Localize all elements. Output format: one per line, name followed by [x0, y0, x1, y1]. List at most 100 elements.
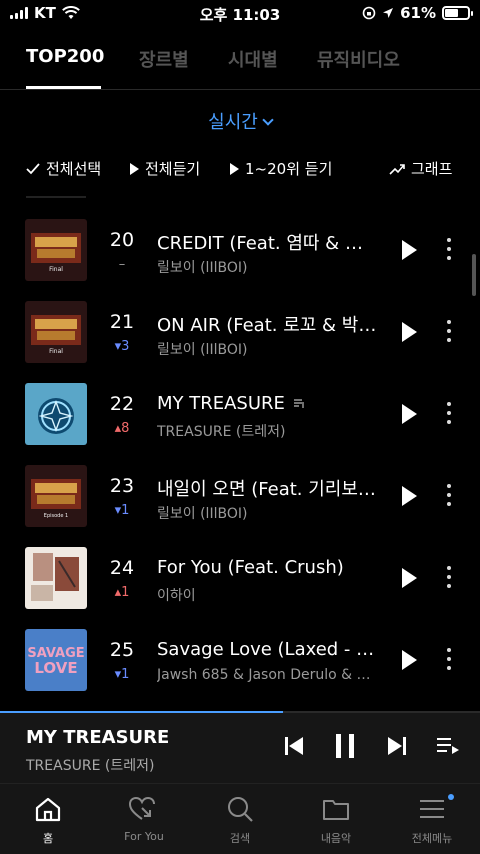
song-artist[interactable]: 릴보이 (lIlBOI) [157, 503, 379, 523]
rank-number: 23 [109, 475, 135, 497]
rank-number: 21 [109, 311, 135, 333]
nav-label: 홈 [42, 832, 54, 845]
select-all-label: 전체선택 [46, 160, 102, 178]
pause-icon[interactable] [334, 733, 356, 759]
folder-icon [323, 800, 349, 820]
tab-top200[interactable]: TOP200 [26, 46, 104, 67]
album-art [25, 547, 87, 609]
tab-era[interactable]: 시대별 [228, 46, 278, 72]
rank-change: ▾1 [114, 503, 130, 518]
chart-mode-dropdown[interactable]: 실시간 [0, 108, 480, 134]
battery-icon [442, 6, 473, 20]
active-tab-indicator [26, 86, 101, 89]
song-artist[interactable]: 이하이 [157, 585, 379, 605]
song-title: 내일이 오면 (Feat. 기리보이 & BE'O) [157, 479, 379, 500]
song-title: For You (Feat. Crush) [157, 557, 344, 578]
graph-button[interactable]: 그래프 [389, 158, 452, 179]
trend-chart-icon [389, 163, 405, 175]
svg-text:Final: Final [49, 266, 63, 273]
battery-percent: 61% [400, 4, 436, 22]
song-title: ON AIR (Feat. 로꼬 & 박재범) [157, 315, 379, 336]
chart-tabs: TOP200 장르별 시대별 뮤직비디오 [0, 40, 480, 90]
rank-change: ▾1 [114, 667, 130, 682]
play-icon[interactable] [402, 486, 417, 506]
previous-track-icon[interactable] [284, 735, 304, 757]
play-all-label: 전체듣기 [145, 160, 201, 178]
play-icon[interactable] [402, 322, 417, 342]
mini-player[interactable]: MY TREASURE TREASURE (트레저) [0, 713, 480, 783]
nav-home[interactable]: 홈 [0, 796, 96, 846]
rank-change: ▴1 [114, 585, 130, 600]
chevron-down-icon [262, 114, 274, 126]
rank-number: 22 [109, 393, 135, 415]
song-artist[interactable]: Jawsh 685 & Jason Derulo & BTS [157, 667, 379, 683]
bottom-nav: 홈 For You 검색 내음악 전체메뉴 [0, 783, 480, 854]
home-icon [35, 797, 61, 822]
nav-label: 전체메뉴 [411, 832, 453, 845]
location-icon [383, 8, 394, 18]
more-vertical-icon[interactable] [446, 566, 452, 590]
check-icon [26, 162, 40, 174]
list-top-edge [26, 196, 86, 198]
next-track-icon[interactable] [387, 735, 407, 757]
album-art: Final [25, 301, 87, 363]
song-row[interactable]: 24 ▴1 For You (Feat. Crush) 이하이 [0, 547, 480, 629]
more-vertical-icon[interactable] [446, 402, 452, 426]
play-icon[interactable] [402, 568, 417, 588]
song-row[interactable]: Final 21 ▾3 ON AIR (Feat. 로꼬 & 박재범) 릴보이 … [0, 301, 480, 383]
rank-number: 20 [109, 229, 135, 251]
song-artist[interactable]: TREASURE (트레저) [157, 421, 379, 441]
chart-mode-label: 실시간 [208, 112, 258, 133]
nav-full-menu[interactable]: 전체메뉴 [384, 794, 480, 846]
heart-arrow-icon [128, 796, 155, 820]
rank-change: – [118, 257, 126, 272]
more-vertical-icon[interactable] [446, 320, 452, 344]
song-title: CREDIT (Feat. 염따 & 기리보이 & Zion.T) [157, 233, 379, 254]
nav-label: 검색 [229, 832, 251, 845]
album-art: Final [25, 219, 87, 281]
select-all-button[interactable]: 전체선택 [26, 158, 101, 179]
song-title: MY TREASURE [157, 393, 285, 414]
chart-controls: 전체선택 전체듣기 1~20위 듣기 그래프 [26, 158, 456, 182]
play-icon [130, 162, 139, 175]
album-art: SAVAGE LOVE [25, 629, 87, 691]
nav-my-music[interactable]: 내음악 [288, 796, 384, 846]
song-artist[interactable]: 릴보이 (lIlBOI) [157, 257, 379, 277]
song-row[interactable]: Final 20 – CREDIT (Feat. 염따 & 기리보이 & Zio… [0, 219, 480, 301]
more-vertical-icon[interactable] [446, 484, 452, 508]
nav-search[interactable]: 검색 [192, 796, 288, 846]
song-row[interactable]: SAVAGE LOVE 25 ▾1 Savage Love (Laxed - S… [0, 629, 480, 711]
now-playing-artist: TREASURE (트레저) [26, 758, 155, 774]
playlist-icon[interactable] [436, 737, 460, 757]
svg-text:Episode 1: Episode 1 [44, 513, 68, 519]
play-range-button[interactable]: 1~20위 듣기 [230, 158, 332, 179]
play-icon[interactable] [402, 650, 417, 670]
search-icon [228, 797, 253, 822]
menu-icon [420, 800, 444, 818]
play-icon[interactable] [402, 240, 417, 260]
tab-genre[interactable]: 장르별 [139, 46, 189, 72]
nav-for-you[interactable]: For You [96, 796, 192, 843]
song-title: Savage Love (Laxed - Siren Beat) [157, 639, 379, 660]
scrollbar[interactable] [472, 254, 476, 296]
nav-label: For You [124, 830, 164, 843]
svg-text:LOVE: LOVE [34, 659, 77, 677]
play-icon[interactable] [402, 404, 417, 424]
tab-music-video[interactable]: 뮤직비디오 [317, 46, 400, 72]
status-right: 61% [362, 4, 473, 22]
song-artist[interactable]: 릴보이 (lIlBOI) [157, 339, 379, 359]
play-all-button[interactable]: 전체듣기 [130, 158, 200, 179]
rank-change: ▾3 [114, 339, 130, 354]
svg-text:Final: Final [49, 348, 63, 355]
song-row[interactable]: 22 ▴8 MY TREASURE TREASURE (트레저) [0, 383, 480, 465]
status-bar: KT 오후 11:03 61% [0, 0, 480, 28]
notification-dot [448, 794, 454, 800]
album-art: Episode 1 [25, 465, 87, 527]
song-row[interactable]: Episode 1 23 ▾1 내일이 오면 (Feat. 기리보이 & BE'… [0, 465, 480, 547]
nav-label: 내음악 [320, 832, 352, 845]
rotation-lock-icon [362, 6, 376, 20]
more-vertical-icon[interactable] [446, 238, 452, 262]
graph-label: 그래프 [411, 160, 453, 178]
more-vertical-icon[interactable] [446, 648, 452, 672]
now-playing-title: MY TREASURE [26, 727, 170, 748]
